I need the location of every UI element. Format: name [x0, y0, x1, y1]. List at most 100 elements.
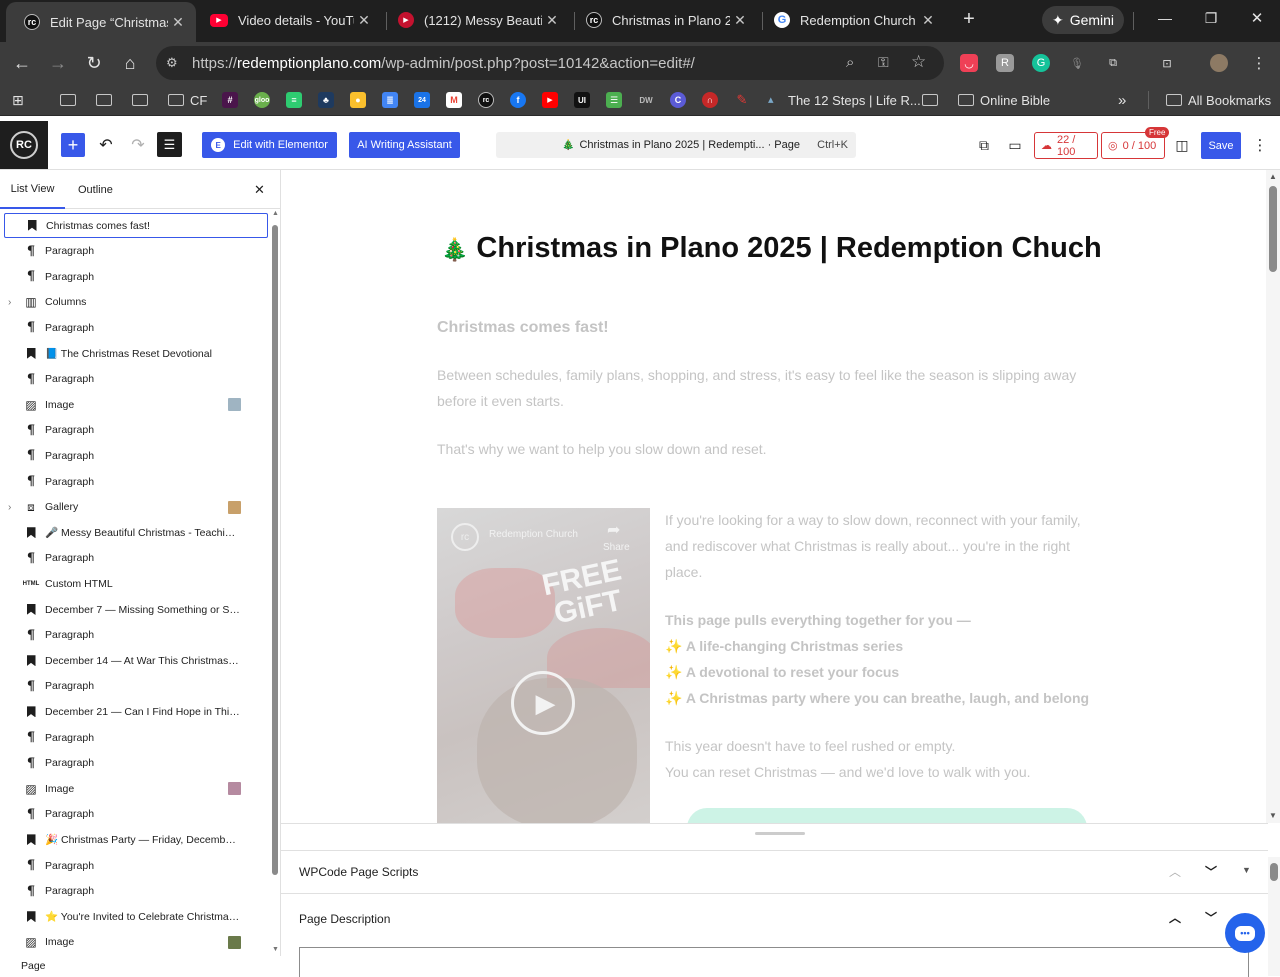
resize-handle[interactable] [755, 832, 805, 835]
browser-tab-edit-page[interactable]: rc Edit Page “Christmas in ✕ [6, 2, 196, 42]
options-menu-icon[interactable]: ⋮ [1252, 132, 1268, 158]
editor-canvas[interactable]: 🎄 Christmas in Plano 2025 | Redemption Ch… [281, 170, 1268, 823]
restore-icon[interactable]: ❐ [1202, 10, 1220, 28]
c-logo-icon[interactable]: C [670, 92, 686, 108]
bookmark-folder[interactable] [96, 90, 118, 110]
bookmark-folder-cf[interactable]: CF [168, 90, 207, 110]
chevron-down-icon[interactable]: ﹀ [1205, 909, 1217, 926]
chevron-up-icon[interactable]: ︿ [1169, 863, 1181, 880]
site-logo-button[interactable]: RC [0, 121, 48, 169]
scroll-down-icon[interactable]: ▼ [272, 946, 279, 953]
seo-score-badge[interactable]: ☁ 22 / 100 [1034, 132, 1098, 159]
list-view-item[interactable]: ¶ Paragraph [4, 546, 268, 571]
acrobat-icon[interactable]: ✎ [734, 92, 750, 108]
ui-icon[interactable]: UI [574, 92, 590, 108]
browser-tab-youtube-studio[interactable]: ▶ Video details - YouTube ✕ [192, 0, 382, 40]
list-view-item[interactable]: ¶ Paragraph [4, 751, 268, 776]
list-icon[interactable]: ☰ [606, 92, 622, 108]
browser-tab-redemption-church[interactable]: G Redemption Church - ✕ [756, 0, 946, 40]
tab-list-view[interactable]: List View [0, 170, 65, 209]
expand-chevron-icon[interactable]: › [8, 502, 11, 513]
home-icon[interactable]: ⌂ [118, 51, 142, 75]
reset-paragraph[interactable]: That's why we want to help you slow down… [437, 436, 767, 462]
grammarly-icon[interactable]: G [1032, 54, 1050, 72]
headphones-icon[interactable]: ∩ [702, 92, 718, 108]
column-paragraph-3[interactable]: This year doesn't have to feel rushed or… [665, 733, 1031, 785]
sidebar-scrollbar-thumb[interactable] [272, 225, 278, 875]
bookmark-folder[interactable] [132, 90, 154, 110]
profile-avatar[interactable] [1210, 54, 1228, 72]
forward-arrow-icon[interactable]: → [46, 51, 70, 75]
scroll-down-icon[interactable]: ▼ [1269, 811, 1277, 820]
tab-outline[interactable]: Outline [78, 170, 113, 209]
google-docs-icon[interactable]: ≣ [382, 92, 398, 108]
meta-scrollbar-thumb[interactable] [1270, 863, 1278, 881]
list-view-item[interactable]: December 7 — Missing Something or So... [4, 597, 268, 622]
bookmark-folder[interactable] [922, 90, 944, 110]
reload-icon[interactable]: ↻ [82, 51, 106, 75]
password-key-icon[interactable]: ⚿ [878, 54, 889, 71]
meta-scrollbar[interactable] [1268, 857, 1280, 976]
column-paragraph-1[interactable]: If you're looking for a way to slow down… [665, 507, 1081, 585]
microphone-icon[interactable]: 🎙 [1068, 54, 1086, 72]
minimize-icon[interactable]: — [1156, 10, 1174, 28]
bookmark-star-icon[interactable]: ☆ [911, 52, 926, 72]
undo-icon[interactable]: ↶ [94, 132, 118, 158]
list-view-item[interactable]: › ▥ Columns [4, 290, 268, 315]
bookmark-online-bible[interactable]: Online Bible [958, 90, 1050, 110]
video-embed[interactable]: rc Redemption Church ➦ Share FREE GiFT ▶ [437, 508, 650, 823]
list-view-item[interactable]: ¶ Paragraph [4, 802, 268, 827]
toggle-panel-icon[interactable]: ▼ [1242, 865, 1251, 875]
breadcrumb-page[interactable]: Page [21, 960, 46, 972]
share-icon[interactable]: ➦ [607, 520, 620, 540]
chrome-menu-icon[interactable]: ⋮ [1250, 54, 1268, 72]
redo-icon[interactable]: ↷ [126, 132, 150, 158]
list-view-item[interactable]: HTML Custom HTML [4, 571, 268, 596]
extensions-puzzle-icon[interactable]: ⧉ [1104, 54, 1122, 72]
list-view-item[interactable]: December 21 — Can I Find Hope in This ..… [4, 699, 268, 724]
save-button[interactable]: Save [1201, 132, 1241, 159]
calendar-icon[interactable]: 24 [414, 92, 430, 108]
list-view-item[interactable]: ¶ Paragraph [4, 469, 268, 494]
list-view-item[interactable]: ¶ Paragraph [4, 264, 268, 289]
close-tab-icon[interactable]: ✕ [354, 12, 374, 29]
device-preview-icon[interactable]: ▭ [1004, 132, 1026, 158]
list-view-item[interactable]: ¶ Paragraph [4, 367, 268, 392]
chat-support-button[interactable]: ••• [1225, 913, 1265, 953]
all-bookmarks[interactable]: All Bookmarks [1166, 90, 1271, 110]
list-view-item[interactable]: ¶ Paragraph [4, 418, 268, 443]
ai-writing-assistant-button[interactable]: AI Writing Assistant [349, 132, 460, 158]
list-view-item[interactable]: ¶ Paragraph [4, 443, 268, 468]
keep-icon[interactable]: ● [350, 92, 366, 108]
list-view-item[interactable]: ¶ Paragraph [4, 725, 268, 750]
list-view-item[interactable]: ▨ Image [4, 930, 268, 955]
slack-icon[interactable]: # [222, 92, 238, 108]
list-view-item[interactable]: ¶ Paragraph [4, 623, 268, 648]
external-view-icon[interactable]: ⧉ [973, 132, 995, 158]
zoom-search-icon[interactable]: ⌕ [846, 54, 854, 71]
sheets-green-icon[interactable]: ≡ [286, 92, 302, 108]
url-text[interactable]: https://redemptionplano.com/wp-admin/pos… [192, 55, 695, 72]
video-channel-name[interactable]: Redemption Church [489, 529, 578, 540]
chevron-up-icon[interactable]: ︿ [1169, 909, 1181, 926]
gloo-icon[interactable]: gloo [254, 92, 270, 108]
block-breadcrumb[interactable]: Page [0, 956, 281, 976]
content-heading[interactable]: Christmas comes fast! [437, 315, 609, 341]
list-view-item[interactable]: December 14 — At War This Christmas? ... [4, 648, 268, 673]
cta-button[interactable] [687, 808, 1087, 823]
close-window-icon[interactable]: ✕ [1248, 9, 1266, 27]
block-inserter-button[interactable]: + [61, 133, 85, 157]
list-view-item[interactable]: ⭐ You're Invited to Celebrate Christmas.… [4, 904, 268, 929]
browser-tab-messy-beautiful[interactable]: ▶ (1212) Messy Beautiful ✕ [380, 0, 570, 40]
bookmark-12-steps[interactable]: ▴ The 12 Steps | Life R... [768, 90, 921, 110]
settings-sidebar-icon[interactable]: ◫ [1172, 132, 1192, 158]
intro-paragraph[interactable]: Between schedules, family plans, shoppin… [437, 362, 1076, 414]
close-tab-icon[interactable]: ✕ [730, 12, 750, 29]
facebook-icon[interactable]: f [510, 92, 526, 108]
play-button-icon[interactable]: ▶ [511, 671, 575, 735]
page-description-metabox-header[interactable]: Page Description ︿ ﹀ [281, 897, 1268, 941]
rc-logo-icon[interactable]: rc [478, 92, 494, 108]
wpcode-metabox-header[interactable]: WPCode Page Scripts ︿ ﹀ ▼ [281, 850, 1268, 894]
scroll-up-icon[interactable]: ▲ [1269, 172, 1277, 181]
pocket-icon[interactable]: ◡ [960, 54, 978, 72]
